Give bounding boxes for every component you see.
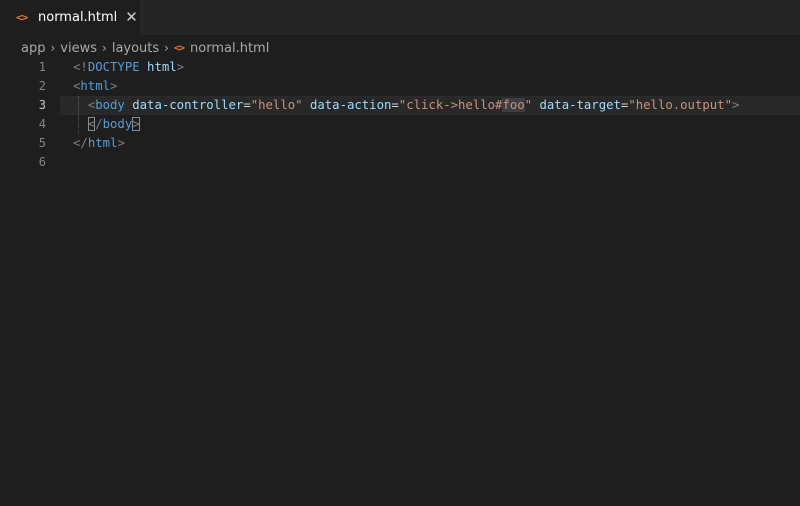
token-attr: data-target	[539, 98, 621, 112]
code-area[interactable]: <!DOCTYPE html> <html> <body data-contro…	[73, 58, 793, 172]
code-line-5[interactable]: </html>	[73, 134, 793, 153]
tab-normal-html[interactable]: <> normal.html ✕	[0, 0, 140, 35]
token-string-highlight: foo	[502, 98, 525, 112]
html-file-icon: <>	[173, 42, 185, 54]
breadcrumb-layouts[interactable]: layouts	[112, 41, 159, 56]
token-punct: /	[95, 117, 103, 131]
token-eq: =	[391, 98, 399, 112]
code-line-3[interactable]: <body data-controller="hello" data-actio…	[73, 96, 793, 115]
token-punct: >	[117, 136, 125, 150]
token-string: "	[524, 98, 533, 112]
bracket-match: >	[132, 117, 140, 131]
token-tag: body	[102, 117, 133, 131]
breadcrumb: app › views › layouts › <> normal.html	[21, 38, 269, 58]
token-punct: >	[110, 79, 118, 93]
token-doctype: DOCTYPE	[87, 60, 140, 74]
token-tag: html	[80, 79, 111, 93]
line-number-gutter: 1 2 3 4 5 6	[0, 58, 60, 172]
line-number: 1	[38, 60, 46, 74]
token-attr: html	[147, 60, 177, 74]
code-line-2[interactable]: <html>	[73, 77, 793, 96]
token-string: "hello.output"	[628, 98, 732, 112]
token-punct: >	[731, 98, 740, 112]
token-tag: html	[87, 136, 118, 150]
token-string: "click->hello#	[398, 98, 503, 112]
tab-bar: <> normal.html ✕	[0, 0, 800, 35]
token-attr: data-action	[309, 98, 392, 112]
token-punct: </	[73, 136, 88, 150]
code-editor: <> normal.html ✕ app › views › layouts ›…	[0, 0, 800, 506]
token-string: "hello"	[250, 98, 303, 112]
breadcrumb-app[interactable]: app	[21, 41, 45, 56]
code-line-4[interactable]: </body>	[73, 115, 793, 134]
token-punct: <!	[73, 60, 88, 74]
html-file-icon: <>	[16, 11, 28, 24]
breadcrumb-views[interactable]: views	[60, 41, 97, 56]
token-eq: =	[243, 98, 251, 112]
line-number: 4	[38, 117, 46, 131]
chevron-right-icon: ›	[102, 41, 107, 55]
chevron-right-icon: ›	[164, 41, 169, 55]
line-number: 2	[38, 79, 46, 93]
tab-label: normal.html	[38, 10, 118, 25]
code-line-1[interactable]: <!DOCTYPE html>	[73, 58, 793, 77]
code-line-6[interactable]	[73, 153, 793, 172]
token-punct: >	[176, 60, 185, 74]
token-attr: data-controller	[132, 98, 244, 112]
line-number: 6	[38, 155, 46, 169]
line-number: 3	[38, 98, 46, 112]
line-number: 5	[38, 136, 46, 150]
breadcrumb-file[interactable]: normal.html	[190, 41, 269, 56]
chevron-right-icon: ›	[50, 41, 56, 55]
close-icon[interactable]: ✕	[125, 10, 138, 25]
token-tag: body	[95, 98, 125, 112]
